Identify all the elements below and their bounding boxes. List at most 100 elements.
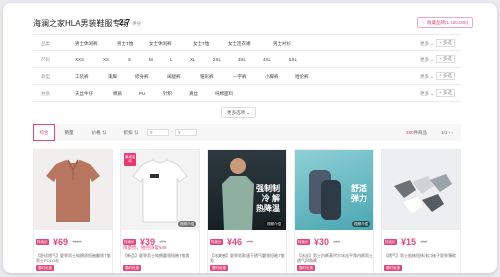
filter-label: 尺码 <box>41 57 50 62</box>
price-row: 特卖价 ¥15 ¥32 <box>384 233 460 247</box>
video-intro-label[interactable]: 视频介绍 <box>352 221 370 227</box>
product-title[interactable]: 【透气】男士船袜短袜浅口袜子夏季薄款 <box>384 253 460 263</box>
product-price: ¥46 <box>226 236 242 247</box>
filter-option[interactable]: XXS <box>75 57 84 62</box>
filter-option[interactable]: 工装裤 <box>75 74 89 80</box>
product-image[interactable] <box>34 150 112 230</box>
filter-option[interactable]: M <box>149 57 153 62</box>
filter-option[interactable]: 男士休闲裤 <box>75 41 98 47</box>
promo-badge: 限时优惠 <box>210 265 228 271</box>
price-range-dash: - <box>171 129 173 134</box>
product-title[interactable]: 【冰丝】男士内裤莫代尔冰丝平角内裤男士透气四角裤 <box>297 253 373 263</box>
favorite-brand-button[interactable]: ♡收藏品牌(1,420,000) <box>416 17 473 28</box>
filter-option[interactable]: 女士连衣裙 <box>228 41 251 47</box>
product-card[interactable]: 舒适 弹力 视频介绍 特卖价 ¥30 ¥69 【冰丝】男士内裤莫代尔冰丝平角内裤… <box>294 149 374 273</box>
price-min-input[interactable]: ¥ <box>147 129 169 136</box>
product-image[interactable] <box>382 150 460 230</box>
video-intro-label[interactable]: 视频介绍 <box>265 221 283 227</box>
price-tag: 特卖价 <box>123 238 136 245</box>
filter-option[interactable]: 束脚 <box>108 74 117 80</box>
original-price: ¥169 <box>72 239 82 245</box>
price-row: 特卖价 ¥69 ¥169 <box>36 233 112 247</box>
polo-shirt-image <box>46 159 100 222</box>
price-tag: 特卖价 <box>210 238 223 245</box>
filter-option[interactable]: S <box>128 57 131 62</box>
promo-corner-badge: 满减活动 <box>124 153 136 166</box>
filter-option[interactable]: 阔腿裤 <box>167 74 181 80</box>
filter-option[interactable]: 针织 <box>163 91 172 97</box>
price-max-input[interactable]: ¥ <box>175 129 197 136</box>
product-card[interactable]: 特卖价 ¥15 ¥32 【透气】男士船袜短袜浅口袜子夏季薄款 限时优惠 <box>381 149 461 273</box>
price-tag: 特卖价 <box>297 238 310 245</box>
pagination[interactable]: 1/1 ‹ › <box>441 130 453 135</box>
price-row: 特卖价 ¥39 ¥79 <box>123 233 199 247</box>
expand-filters-button[interactable]: 更多选项 ⌄ <box>221 107 257 118</box>
filter-option[interactable]: 女士T恤 <box>193 41 209 47</box>
sort-discount-tab[interactable]: 折扣 ⇅ <box>117 124 145 141</box>
filter-row-material: 材质 天丝牛仔 棉质 PU 针织 真丝 纯棉面料 更多 ⌄ + 多选 <box>33 85 461 102</box>
filter-option[interactable]: 男士衬衫 <box>273 41 291 47</box>
filter-option[interactable]: 锥形裤 <box>200 74 214 80</box>
product-price: ¥69 <box>52 236 68 247</box>
heart-icon: ♡ <box>421 20 426 25</box>
sort-price-tab[interactable]: 价格 ⇅ <box>85 124 113 141</box>
product-image[interactable]: 满减活动 视频介绍 <box>121 150 199 230</box>
filter-label: 品类 <box>41 41 50 46</box>
brand-header: 海澜之家HLA男装鞋服专场 2.7 评分 ♡收藏品牌(1,420,000) <box>33 17 477 32</box>
filter-option[interactable]: 女士休闲裤 <box>149 41 172 47</box>
filter-option[interactable]: 男士T恤 <box>117 41 133 47</box>
filter-more-button[interactable]: 更多 ⌄ <box>420 74 434 80</box>
product-price: ¥15 <box>400 236 416 247</box>
filter-option[interactable]: 天丝牛仔 <box>75 91 93 97</box>
filter-option[interactable]: 小脚裤 <box>265 74 279 80</box>
filter-more-button[interactable]: 更多 ⌄ <box>420 41 434 47</box>
filter-option[interactable]: PU <box>139 91 145 96</box>
product-image[interactable]: 强制制冷 解热降温 视频介绍 <box>208 150 286 230</box>
filter-option[interactable]: XS <box>103 57 109 62</box>
filter-option[interactable]: 哈伦裤 <box>295 74 309 80</box>
filter-option[interactable]: XL <box>190 57 196 62</box>
filter-more-button[interactable]: 更多 ⌄ <box>420 57 434 63</box>
filter-multi-select-button[interactable]: + 多选 <box>436 55 455 63</box>
product-title[interactable]: 【舒适透气】夏季男士纯棉质短袖翻领T恤男士POLO衫 <box>36 253 112 263</box>
product-title[interactable]: 【新品】夏季男士纯棉圆领短袖T恤男 <box>123 253 199 263</box>
product-price: ¥30 <box>313 236 329 247</box>
filter-option[interactable]: 真丝 <box>189 91 198 97</box>
filter-option[interactable]: 纯棉面料 <box>215 91 233 97</box>
product-card[interactable]: 特卖价 ¥69 ¥169 【舒适透气】夏季男士纯棉质短袖翻领T恤男士POLO衫 … <box>33 149 113 273</box>
filter-option[interactable]: 5XL <box>289 57 297 62</box>
promo-badge: 限时优惠 <box>123 265 141 271</box>
sort-sales-tab[interactable]: 销量 <box>59 124 79 141</box>
filter-option[interactable]: 棉质 <box>113 91 122 97</box>
filter-multi-select-button[interactable]: + 多选 <box>436 72 455 80</box>
filter-option[interactable]: 2XL <box>213 57 221 62</box>
filter-label: 材质 <box>41 91 50 96</box>
comfort-ad-text: 舒适 弹力 <box>351 184 367 203</box>
filter-option[interactable]: L <box>170 57 173 62</box>
filter-row-style: 款型 工装裤 束脚 修身裤 阔腿裤 锥形裤 一字裤 小脚裤 哈伦裤 更多 ⌄ +… <box>33 68 461 85</box>
filter-option[interactable]: 一字裤 <box>233 74 247 80</box>
filter-label: 款型 <box>41 74 50 79</box>
filter-option[interactable]: 4XL <box>263 57 271 62</box>
brand-title: 海澜之家HLA男装鞋服专场 <box>33 19 129 28</box>
price-row: 特卖价 ¥46 ¥99 <box>210 233 286 247</box>
filter-option[interactable]: 3XL <box>238 57 246 62</box>
video-intro-label[interactable]: 视频介绍 <box>178 221 196 227</box>
sort-default-tab[interactable]: 综合 <box>33 124 55 141</box>
price-tag: 特卖价 <box>384 238 397 245</box>
brand-rating: 2.7 评分 <box>119 18 142 27</box>
filter-multi-select-button[interactable]: + 多选 <box>436 39 455 47</box>
promo-badge: 限时优惠 <box>297 265 315 271</box>
product-title[interactable]: 【冰爽感】夏季男款速干透气圆领短袖T恤男 <box>210 253 286 263</box>
product-card[interactable]: 满减活动 视频介绍 特卖价 ¥39 ¥79 限量抢，拍完恢复¥48 【新品】夏季… <box>120 149 200 273</box>
product-image[interactable]: 舒适 弹力 视频介绍 <box>295 150 373 230</box>
filter-more-button[interactable]: 更多 ⌄ <box>420 91 434 97</box>
limited-offer-text: 限量抢，拍完恢复¥48 <box>123 245 167 250</box>
brand-page: 海澜之家HLA男装鞋服专场 2.7 评分 ♡收藏品牌(1,420,000) 品类 … <box>3 3 497 273</box>
promo-badge: 限时优惠 <box>36 265 54 271</box>
product-card[interactable]: 强制制冷 解热降温 视频介绍 特卖价 ¥46 ¥99 【冰爽感】夏季男款速干透气… <box>207 149 287 273</box>
filter-multi-select-button[interactable]: + 多选 <box>436 89 455 97</box>
price-tag: 特卖价 <box>36 238 49 245</box>
filter-option[interactable]: 修身裤 <box>135 74 149 80</box>
original-price: ¥79 <box>159 239 167 245</box>
